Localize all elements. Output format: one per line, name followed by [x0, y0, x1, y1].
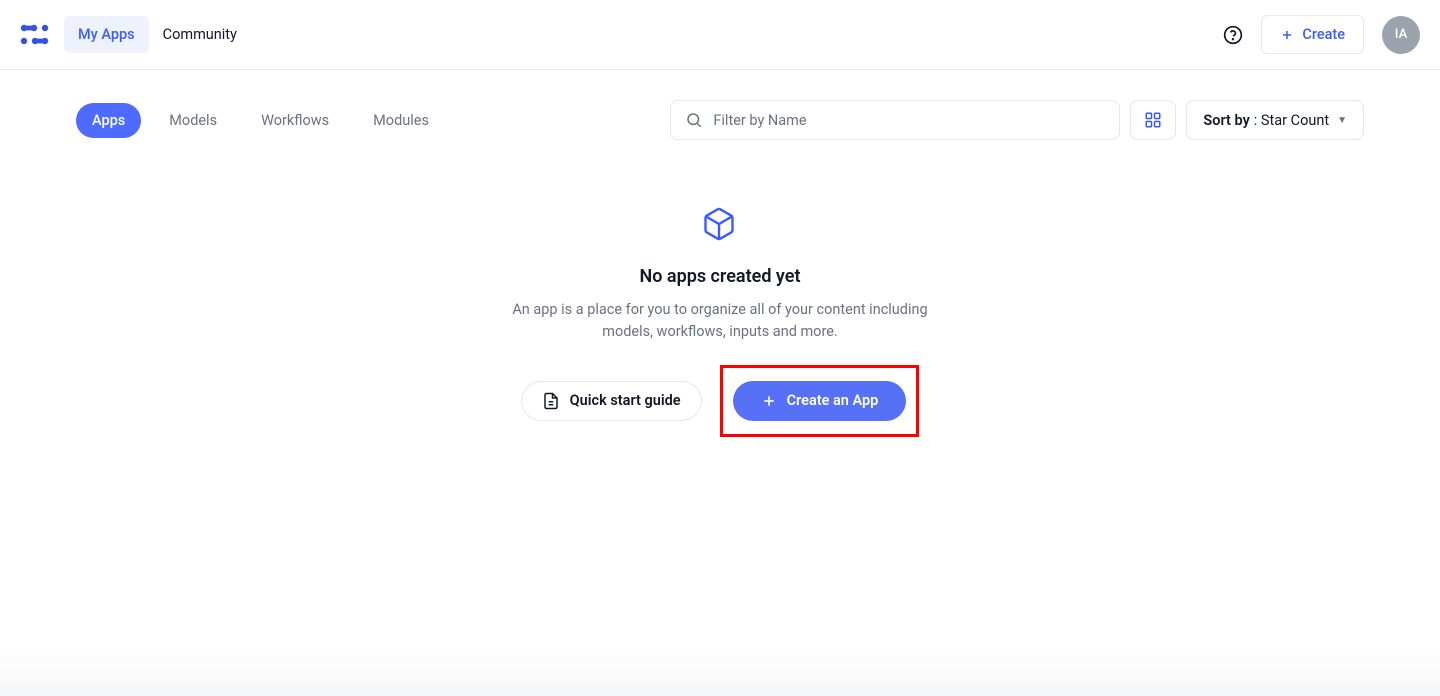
help-icon[interactable]: [1223, 25, 1243, 45]
sort-dropdown[interactable]: Sort by : Star Count ▼: [1186, 100, 1364, 140]
nav-community[interactable]: Community: [149, 16, 251, 53]
create-button[interactable]: Create: [1261, 15, 1364, 54]
document-icon: [542, 392, 560, 410]
toolbar-right: Sort by : Star Count ▼: [670, 100, 1364, 140]
grid-view-toggle[interactable]: [1130, 100, 1176, 140]
highlight-annotation: Create an App: [720, 365, 920, 437]
plus-icon: [761, 393, 777, 409]
create-app-label: Create an App: [787, 392, 879, 409]
header-left: My Apps Community: [20, 16, 251, 53]
create-app-button[interactable]: Create an App: [733, 381, 907, 421]
plus-icon: [1280, 28, 1294, 42]
empty-actions: Quick start guide Create an App: [521, 365, 920, 437]
empty-title: No apps created yet: [640, 266, 801, 287]
quick-start-label: Quick start guide: [570, 392, 681, 409]
chevron-down-icon: ▼: [1337, 115, 1347, 126]
tab-modules[interactable]: Modules: [357, 103, 445, 138]
header-right: Create IA: [1223, 15, 1420, 54]
empty-state: No apps created yet An app is a place fo…: [76, 206, 1364, 437]
search-input[interactable]: [713, 112, 1105, 129]
search-box[interactable]: [670, 100, 1120, 140]
avatar[interactable]: IA: [1382, 16, 1420, 54]
bottom-gradient: [0, 646, 1440, 696]
create-button-label: Create: [1302, 26, 1345, 43]
nav-my-apps[interactable]: My Apps: [64, 16, 149, 53]
main-content: Apps Models Workflows Modules: [0, 70, 1440, 467]
grid-icon: [1144, 111, 1162, 129]
box-icon: [701, 206, 739, 244]
content-toolbar: Apps Models Workflows Modules: [76, 100, 1364, 140]
tab-apps[interactable]: Apps: [76, 103, 141, 138]
main-nav: My Apps Community: [64, 16, 251, 53]
tab-models[interactable]: Models: [153, 103, 233, 138]
quick-start-button[interactable]: Quick start guide: [521, 381, 702, 421]
top-header: My Apps Community Create IA: [0, 0, 1440, 70]
sort-label: Sort by: [1203, 112, 1249, 129]
sort-value: : Star Count: [1254, 112, 1329, 129]
empty-description: An app is a place for you to organize al…: [500, 299, 940, 343]
search-icon: [685, 111, 703, 129]
brand-logo[interactable]: [20, 22, 50, 48]
tab-workflows[interactable]: Workflows: [245, 103, 345, 138]
resource-tabs: Apps Models Workflows Modules: [76, 103, 445, 138]
